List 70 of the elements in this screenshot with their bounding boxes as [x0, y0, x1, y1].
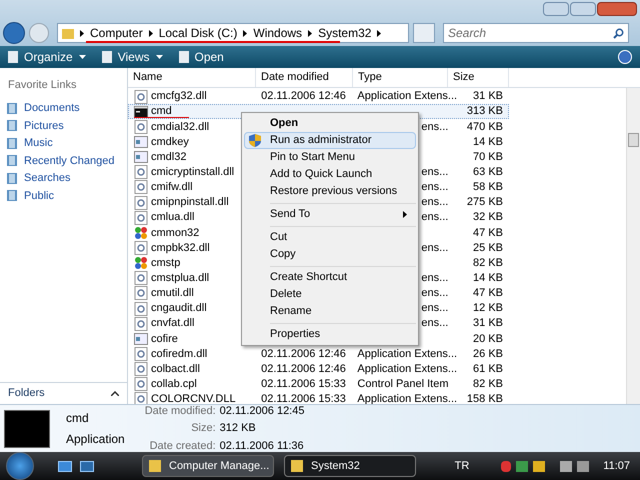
file-name: cmdl32 — [151, 150, 186, 165]
date-cell: 02.11.2006 15:33 — [261, 378, 346, 390]
size-cell: 275 KB — [466, 196, 504, 208]
type-cell: ens... — [421, 181, 448, 194]
file-name: cmstplua.dll — [151, 271, 210, 286]
type-cell: ens... — [421, 196, 448, 208]
file-name: cofire — [151, 332, 178, 347]
field-value: 02.11.2006 11:36 — [220, 438, 304, 454]
file-name: collab.cpl — [151, 377, 197, 392]
type-cell: Application Extens... — [357, 348, 458, 360]
size-cell: 313 KB — [466, 105, 503, 118]
size-cell: 82 KB — [473, 378, 504, 390]
size-cell: 58 KB — [473, 181, 504, 194]
file-name: cmicryptinstall.dll — [151, 165, 234, 180]
type-cell: ens... — [421, 166, 448, 178]
date-cell: 02.11.2006 12:46 — [261, 90, 346, 102]
file-name: cmifw.dll — [151, 180, 193, 196]
field-label: Date created: — [148, 438, 216, 454]
type-cell: ens... — [421, 120, 448, 133]
type-cell: ens... — [421, 272, 448, 284]
file-type: Application — [66, 431, 125, 448]
field-value: 312 KB — [220, 421, 257, 436]
type-cell: ens... — [421, 302, 448, 314]
file-name: cmlua.dll — [151, 210, 194, 226]
file-name: cmd — [66, 410, 90, 427]
type-cell: ens... — [421, 242, 448, 254]
type-cell: Control Panel Item — [357, 378, 449, 390]
size-cell: 25 KB — [473, 242, 504, 254]
file-name: cmdkey — [151, 134, 189, 150]
file-name: cmd — [151, 104, 172, 120]
size-cell: 20 KB — [473, 332, 503, 345]
size-cell: 47 KB — [473, 287, 504, 300]
size-cell: 32 KB — [473, 211, 504, 224]
file-name: cofiredm.dll — [151, 346, 208, 362]
date-cell: 02.11.2006 12:46 — [261, 362, 346, 375]
file-name: cmcfg32.dll — [151, 89, 207, 104]
size-cell: 470 KB — [466, 120, 504, 133]
file-name: cmmon32 — [151, 226, 200, 241]
field-label: Date modified: — [144, 404, 216, 419]
file-name: cmutil.dll — [151, 286, 194, 302]
size-cell: 158 KB — [466, 393, 504, 404]
size-cell: 14 KB — [473, 136, 503, 148]
pane-title: Favorite Links — [7, 78, 78, 93]
type-cell: ens... — [421, 317, 448, 330]
field-value: 02.11.2006 12:45 — [220, 404, 304, 419]
file-name: cmipnpinstall.dll — [151, 195, 229, 210]
size-cell: 31 KB — [473, 90, 504, 102]
type-cell: ens... — [421, 287, 448, 300]
size-cell: 31 KB — [473, 317, 504, 330]
file-name: cnvfat.dll — [151, 316, 194, 332]
size-cell: 14 KB — [473, 272, 504, 284]
field-label: Size: — [190, 421, 216, 436]
type-cell: ens... — [421, 211, 448, 224]
type-cell: Application Extens... — [357, 362, 458, 375]
size-cell: 63 KB — [473, 166, 504, 178]
file-name: cmpbk32.dll — [151, 240, 210, 256]
file-name: colbact.dll — [151, 362, 200, 377]
file-name: cngaudit.dll — [151, 301, 207, 316]
file-name: cmstp — [151, 256, 180, 271]
size-cell: 61 KB — [473, 362, 504, 375]
size-cell: 70 KB — [473, 150, 503, 163]
date-cell: 02.11.2006 15:33 — [261, 393, 346, 404]
date-cell: 02.11.2006 12:46 — [261, 348, 346, 360]
size-cell: 12 KB — [473, 302, 504, 314]
type-cell: Application Extens... — [357, 90, 458, 102]
size-cell: 26 KB — [473, 348, 504, 360]
size-cell: 47 KB — [473, 226, 503, 239]
size-cell: 82 KB — [473, 256, 503, 269]
file-name: COLORCNV.DLL — [151, 392, 236, 404]
file-name: cmdial32.dll — [151, 120, 210, 135]
